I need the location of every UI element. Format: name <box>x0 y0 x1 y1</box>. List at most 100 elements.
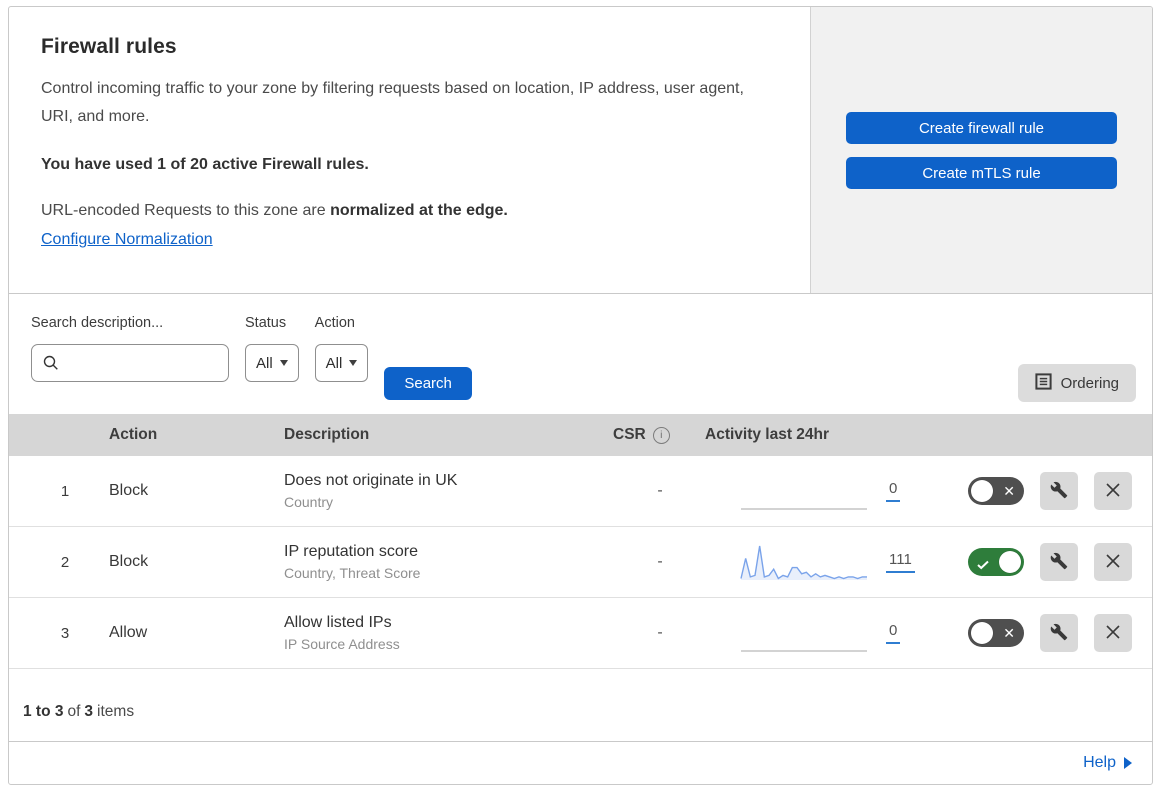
column-description: Description <box>284 426 370 443</box>
close-icon <box>1105 624 1121 643</box>
chevron-down-icon <box>279 360 288 366</box>
delete-rule-button[interactable] <box>1094 614 1132 652</box>
pagination-items: items <box>97 703 135 720</box>
activity-sparkline <box>740 540 868 584</box>
activity-sparkline <box>740 611 868 655</box>
rule-enabled-toggle[interactable]: ✕ <box>968 477 1024 505</box>
toggle-knob <box>971 480 993 502</box>
rule-description: IP reputation score <box>284 543 419 560</box>
rule-fields: IP Source Address <box>284 636 400 652</box>
activity-sparkline <box>740 469 868 513</box>
chevron-down-icon <box>349 360 358 366</box>
rule-action: Allow <box>109 624 148 641</box>
rule-description: Does not originate in UK <box>284 472 458 489</box>
rule-fields: Country <box>284 494 334 510</box>
search-button[interactable]: Search <box>384 367 472 400</box>
rule-action: Block <box>109 482 149 499</box>
edit-rule-button[interactable] <box>1040 543 1078 581</box>
usage-summary: You have used 1 of 20 active Firewall ru… <box>41 156 369 173</box>
normalization-note-prefix: URL-encoded Requests to this zone are <box>41 202 326 219</box>
rule-position: 2 <box>60 553 70 571</box>
column-action: Action <box>109 426 158 443</box>
pagination-range: 1 to 3 <box>23 703 64 720</box>
page-description: Control incoming traffic to your zone by… <box>41 80 744 125</box>
table-row: 3 Allow Allow listed IPs IP Source Addre… <box>9 598 1152 669</box>
rule-position: 1 <box>60 482 70 500</box>
ordering-button[interactable]: Ordering <box>1017 364 1136 402</box>
rule-description-cell: Allow listed IPs IP Source Address <box>284 614 609 652</box>
rule-fields: Country, Threat Score <box>284 565 421 581</box>
activity-count-link[interactable]: 0 <box>886 480 901 502</box>
action-label: Action <box>314 315 355 331</box>
rule-csr: - <box>657 482 663 499</box>
action-select-value: All <box>325 354 343 372</box>
search-group: Search description... <box>31 314 229 382</box>
filter-bar: Search description... Status All Action … <box>9 294 1152 414</box>
status-label: Status <box>245 315 287 331</box>
configure-normalization-link[interactable]: Configure Normalization <box>41 231 213 249</box>
activity-count-link[interactable]: 0 <box>886 622 901 644</box>
wrench-icon <box>1050 552 1068 573</box>
pagination-of: of <box>67 703 81 720</box>
actions-panel: Create firewall rule Create mTLS rule <box>810 7 1152 293</box>
delete-rule-button[interactable] <box>1094 543 1132 581</box>
close-icon <box>1105 553 1121 572</box>
table-row: 1 Block Does not originate in UK Country… <box>9 456 1152 527</box>
table-row: 2 Block IP reputation score Country, Thr… <box>9 527 1152 598</box>
action-filter-group: Action All <box>314 314 369 382</box>
x-icon: ✕ <box>1003 625 1015 641</box>
search-input-wrap <box>31 344 229 382</box>
toggle-knob <box>999 551 1021 573</box>
status-filter-group: Status All <box>245 314 299 382</box>
info-icon[interactable]: i <box>652 426 670 444</box>
pagination-total: 3 <box>84 703 94 720</box>
arrow-right-icon <box>1124 757 1132 769</box>
close-icon <box>1105 482 1121 501</box>
search-label: Search description... <box>31 315 164 331</box>
activity-count-link[interactable]: 111 <box>886 551 915 573</box>
column-activity: Activity last 24hr <box>705 426 830 443</box>
rule-activity-cell: 111 <box>689 540 956 584</box>
wrench-icon <box>1050 623 1068 644</box>
check-icon <box>977 557 989 575</box>
ordering-button-label: Ordering <box>1060 374 1119 392</box>
search-input[interactable] <box>31 344 229 382</box>
rule-action: Block <box>109 553 149 570</box>
create-mtls-rule-button[interactable]: Create mTLS rule <box>846 157 1117 189</box>
help-link[interactable]: Help <box>1083 754 1132 772</box>
wrench-icon <box>1050 481 1068 502</box>
rule-description: Allow listed IPs <box>284 614 392 631</box>
pagination-summary: 1 to 3 of 3 items <box>9 669 1152 742</box>
rule-description-cell: IP reputation score Country, Threat Scor… <box>284 543 609 581</box>
rule-enabled-toggle[interactable]: ✕ <box>968 548 1024 576</box>
delete-rule-button[interactable] <box>1094 472 1132 510</box>
edit-rule-button[interactable] <box>1040 614 1078 652</box>
help-link-label: Help <box>1083 754 1116 771</box>
rule-controls: ✕ <box>956 543 1152 581</box>
help-bar: Help <box>9 742 1152 784</box>
rule-description-cell: Does not originate in UK Country <box>284 472 609 510</box>
status-select[interactable]: All <box>245 344 299 382</box>
normalization-note-bold: normalized at the edge. <box>330 202 508 219</box>
rule-position: 3 <box>60 624 70 642</box>
status-select-value: All <box>256 354 273 372</box>
toggle-knob <box>971 622 993 644</box>
column-csr-label: CSR <box>613 426 646 443</box>
edit-rule-button[interactable] <box>1040 472 1078 510</box>
normalization-note: URL-encoded Requests to this zone are no… <box>41 199 770 223</box>
rule-enabled-toggle[interactable]: ✕ <box>968 619 1024 647</box>
rule-csr: - <box>657 553 663 570</box>
rule-controls: ✕ <box>956 472 1152 510</box>
create-firewall-rule-button[interactable]: Create firewall rule <box>846 112 1117 144</box>
rule-activity-cell: 0 <box>689 469 956 513</box>
table-header: Action Description CSR i Activity last 2… <box>9 414 1152 456</box>
page-title: Firewall rules <box>41 35 177 58</box>
ordering-list-icon <box>1035 372 1052 394</box>
hero-text-block: Firewall rules Control incoming traffic … <box>9 7 810 293</box>
rule-csr: - <box>657 624 663 641</box>
rule-controls: ✕ <box>956 614 1152 652</box>
x-icon: ✕ <box>1003 483 1015 499</box>
rule-activity-cell: 0 <box>689 611 956 655</box>
firewall-rules-page: Firewall rules Control incoming traffic … <box>8 6 1153 785</box>
action-select[interactable]: All <box>314 344 369 382</box>
